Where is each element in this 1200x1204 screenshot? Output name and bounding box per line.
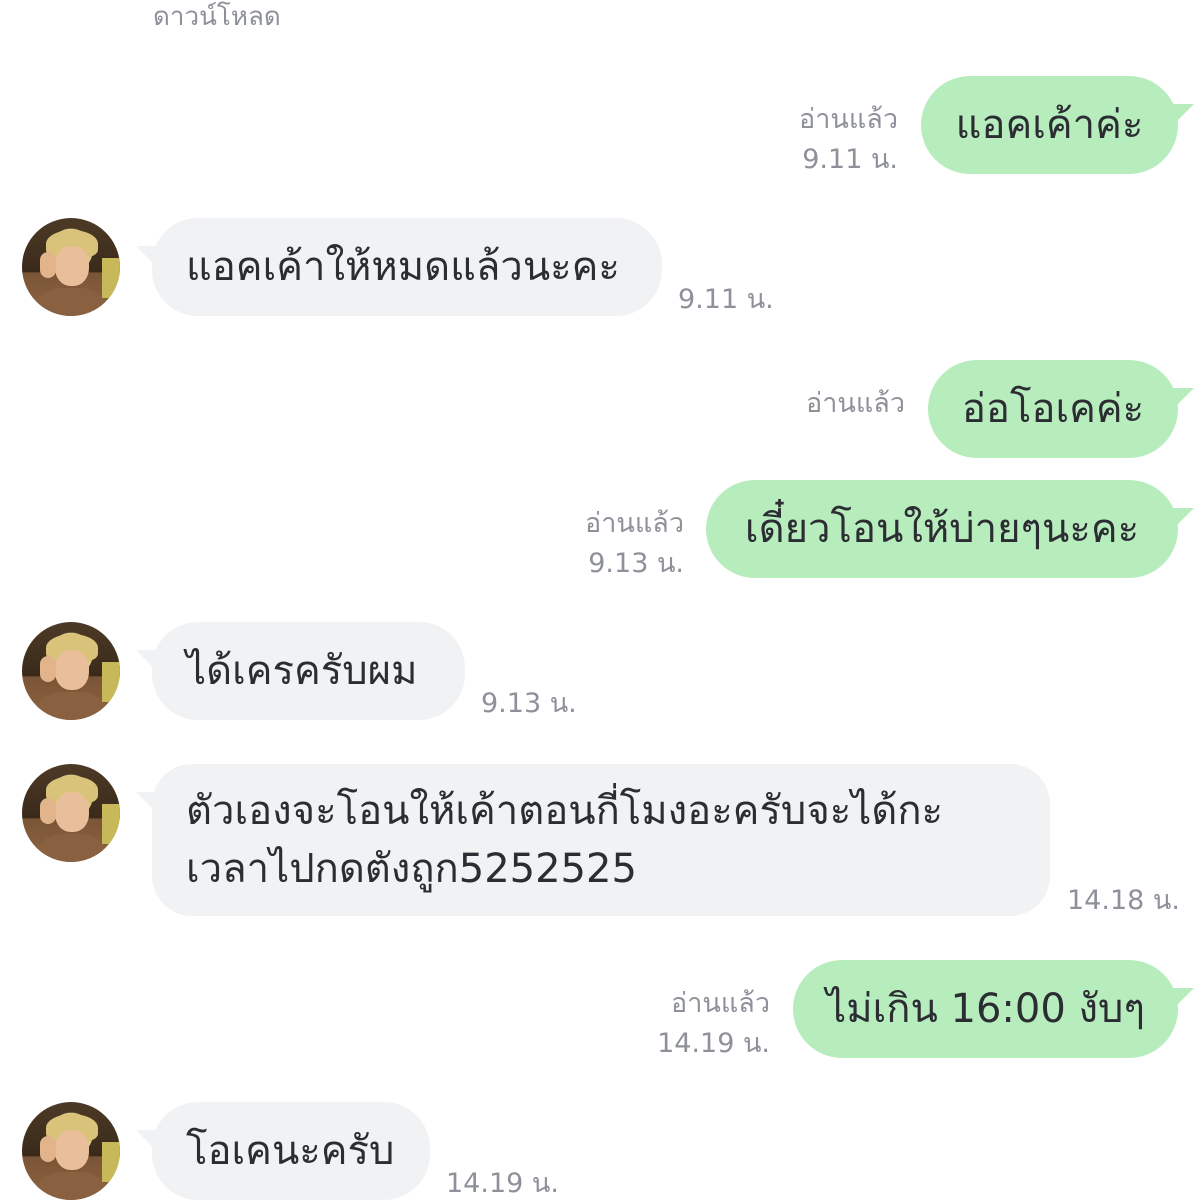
read-receipt: อ่านแล้ว [806,388,905,419]
message-text: อ่อโอเคค่ะ [961,386,1145,432]
timestamp: 9.11 น. [678,284,774,315]
outgoing-message-bubble[interactable]: ไม่เกิน 16:00 งับๆ [793,960,1178,1058]
message-meta: อ่านแล้ว 9.11 น. [780,100,898,180]
contact-avatar[interactable] [22,218,120,316]
message-text: แอคเค้าให้หมดแล้วนะคะ [186,244,620,290]
message-text: ได้เครครับผม [186,648,418,694]
timestamp: 14.18 น. [1067,885,1180,916]
outgoing-message-bubble[interactable]: แอคเค้าค่ะ [921,76,1178,174]
message-meta: อ่านแล้ว 9.13 น. [560,504,684,584]
timestamp: 14.19 น. [446,1168,559,1199]
message-line: เวลาไปกดตังถูก5252525 [186,846,637,892]
read-receipt: อ่านแล้ว [799,104,898,135]
contact-avatar[interactable] [22,764,120,862]
message-text: แอคเค้าค่ะ [955,102,1144,148]
timestamp: 14.19 น. [657,1028,770,1059]
bubble-tail [1172,988,1194,1010]
bubble-tail [1172,104,1194,126]
timestamp: 9.11 น. [802,144,898,175]
message-text: เดี๋ยวโอนให้บ่ายๆนะคะ [744,506,1140,552]
bubble-tail [1172,508,1194,530]
message-line: ตัวเองจะโอนให้เค้าตอนกี่โมงอะครับจะได้กะ [186,788,944,834]
download-label[interactable]: ดาวน์โหลด [153,0,281,37]
message-text: ไม่เกิน 16:00 งับๆ [826,986,1145,1032]
message-meta: อ่านแล้ว 14.19 น. [645,984,770,1064]
contact-avatar[interactable] [22,622,120,720]
incoming-message-bubble[interactable]: โอเคนะครับ [152,1102,430,1200]
incoming-message-bubble[interactable]: แอคเค้าให้หมดแล้วนะคะ [152,218,662,316]
contact-avatar[interactable] [22,1102,120,1200]
bubble-tail [1172,388,1194,410]
message-text: โอเคนะครับ [186,1128,395,1174]
outgoing-message-bubble[interactable]: เดี๋ยวโอนให้บ่ายๆนะคะ [706,480,1178,578]
timestamp: 9.13 น. [588,548,684,579]
message-meta: อ่านแล้ว [785,384,905,424]
incoming-message-bubble[interactable]: ได้เครครับผม [152,622,465,720]
outgoing-message-bubble[interactable]: อ่อโอเคค่ะ [928,360,1178,458]
read-receipt: อ่านแล้ว [671,988,770,1019]
incoming-message-bubble[interactable]: ตัวเองจะโอนให้เค้าตอนกี่โมงอะครับจะได้กะ… [152,764,1050,916]
read-receipt: อ่านแล้ว [585,508,684,539]
timestamp: 9.13 น. [481,688,577,719]
message-text: ตัวเองจะโอนให้เค้าตอนกี่โมงอะครับจะได้กะ… [186,782,943,898]
